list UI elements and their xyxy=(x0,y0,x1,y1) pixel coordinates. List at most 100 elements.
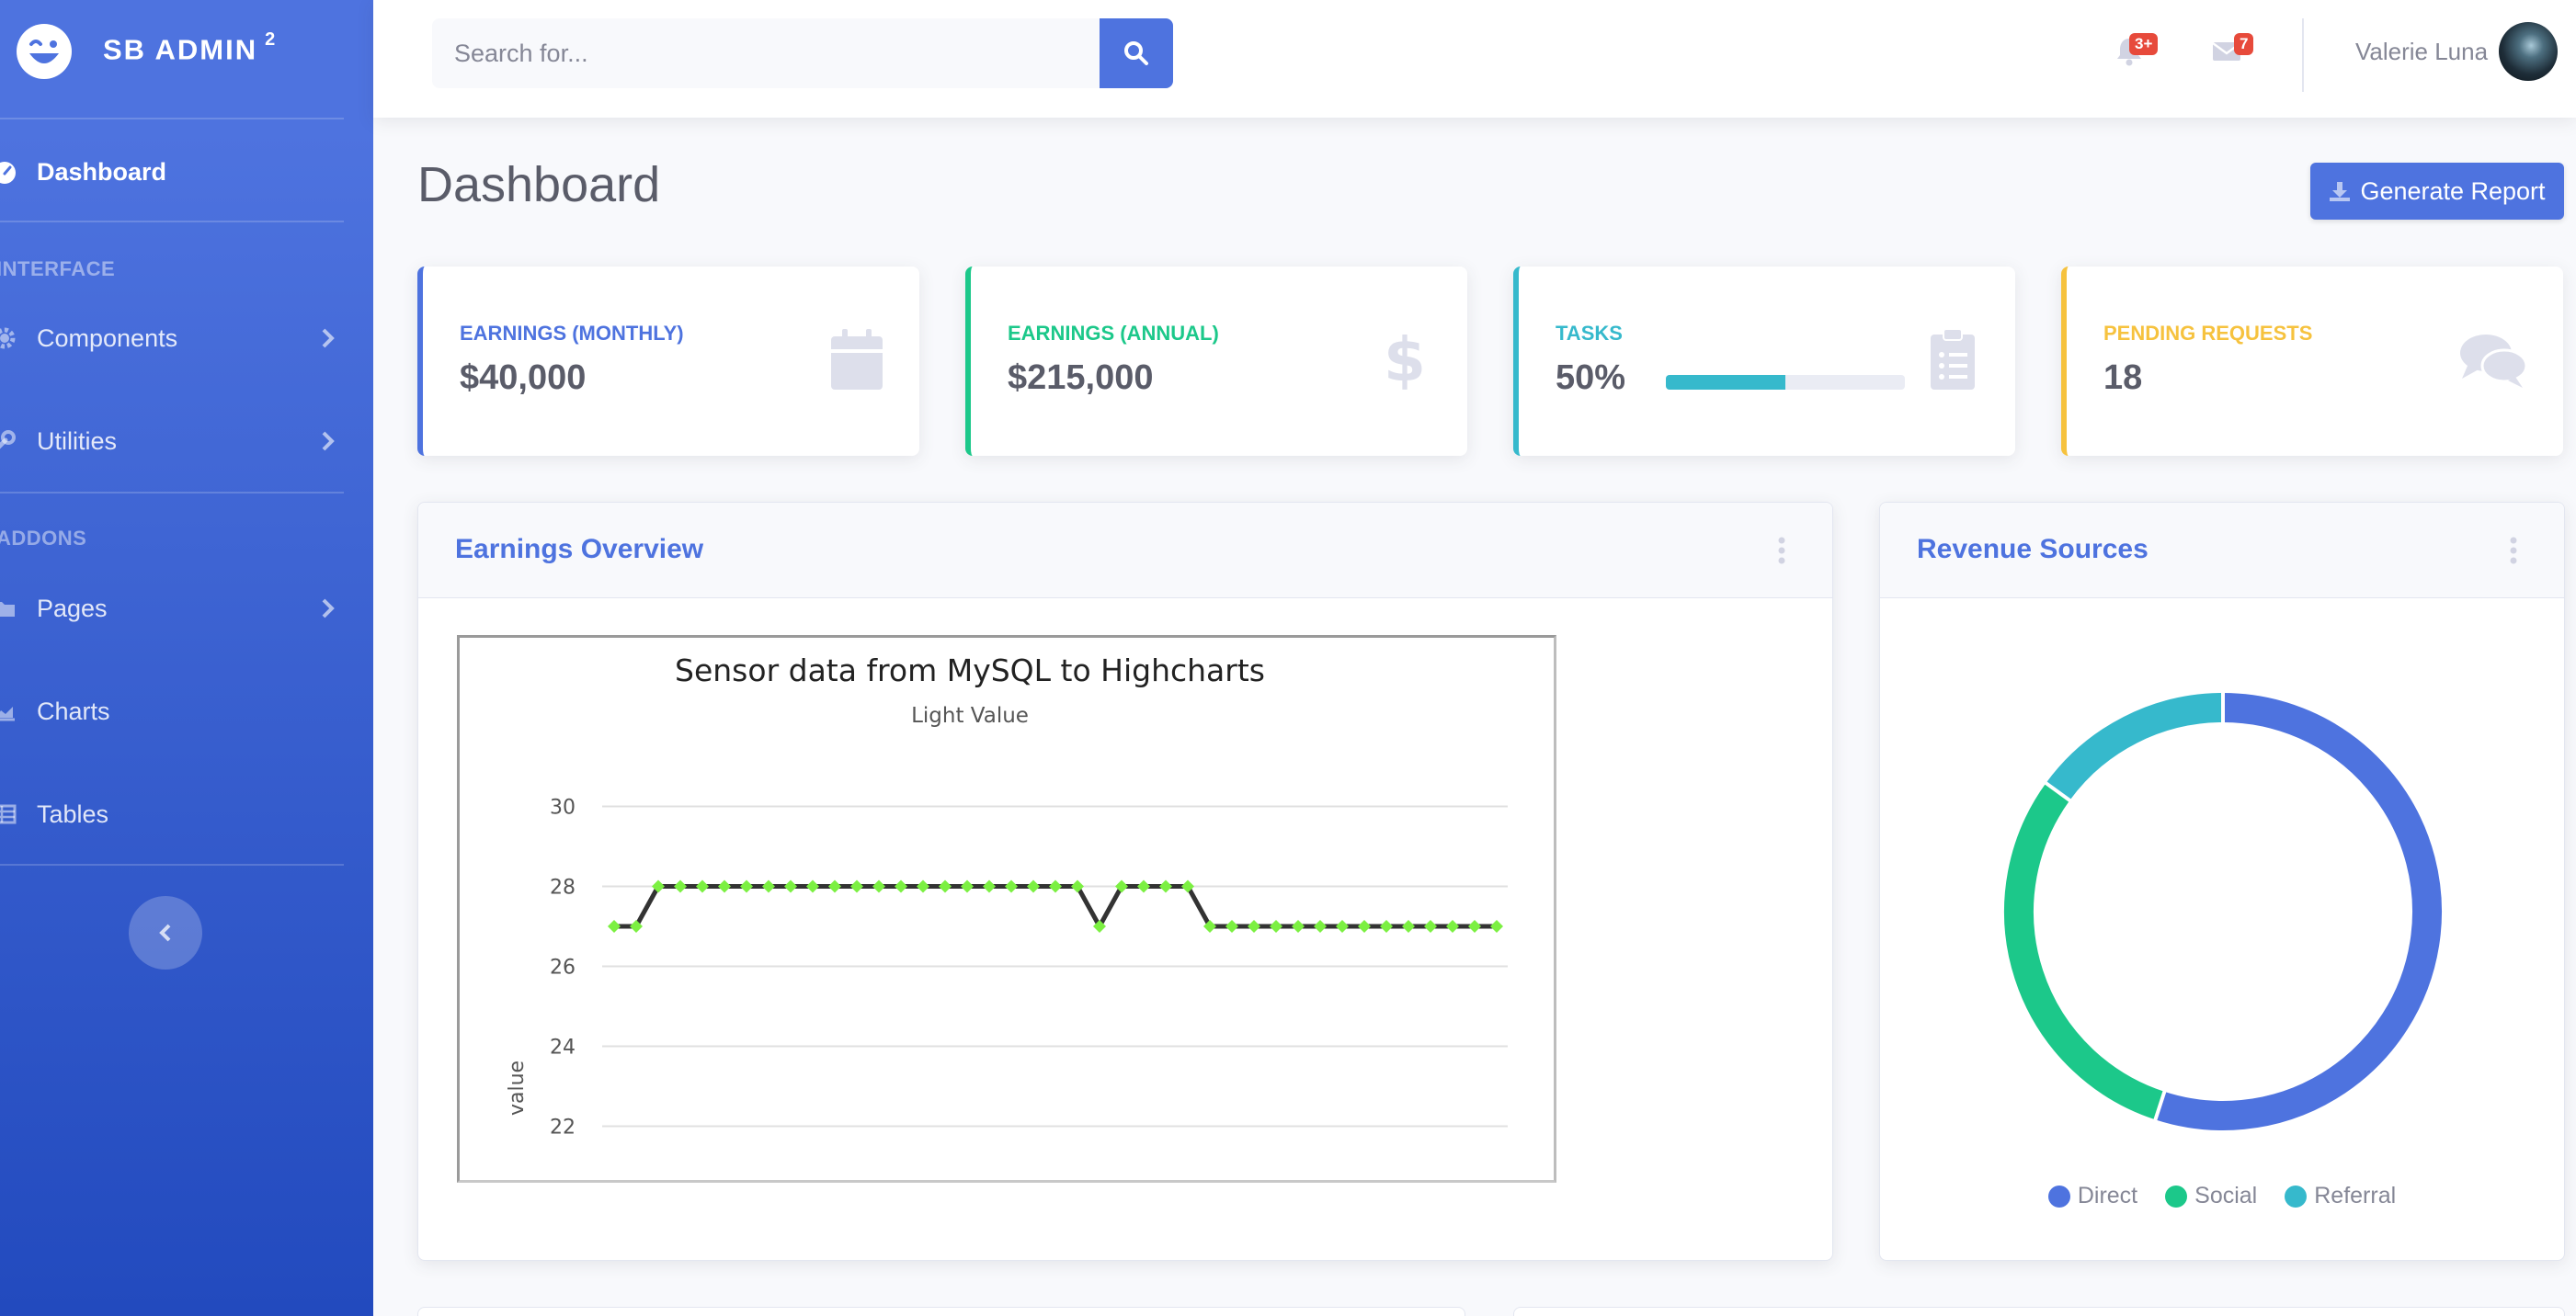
topbar-divider xyxy=(2302,18,2304,92)
download-icon xyxy=(2330,182,2351,201)
earnings-monthly-card: Earnings (Monthly) $40,000 xyxy=(417,267,919,456)
data-point xyxy=(917,879,929,893)
data-point xyxy=(696,879,709,893)
data-point xyxy=(1402,920,1415,933)
legend-label: Direct xyxy=(2077,1183,2138,1208)
data-point xyxy=(1490,920,1503,933)
wrench-icon xyxy=(0,430,16,449)
data-point xyxy=(828,879,841,893)
tachometer-icon xyxy=(0,162,16,184)
donut-slice-direct xyxy=(2155,693,2442,1130)
y-tick-label: 22 xyxy=(550,1117,576,1140)
legend-dot xyxy=(2285,1185,2308,1208)
data-point xyxy=(872,879,885,893)
ellipsis-vertical-icon[interactable] xyxy=(2509,536,2518,565)
data-point xyxy=(762,879,775,893)
data-point xyxy=(1248,920,1260,933)
panel-header: Earnings Overview xyxy=(418,503,1832,598)
sidebar-heading-interface: INTERFACE xyxy=(0,257,116,280)
search-button[interactable] xyxy=(1100,18,1173,88)
search-form xyxy=(432,18,1173,88)
tasks-progress-bar xyxy=(1666,375,1905,390)
table-icon xyxy=(0,804,17,824)
chevron-right-icon xyxy=(322,598,335,618)
tasks-progress-fill xyxy=(1666,375,1785,390)
data-point xyxy=(1336,920,1349,933)
sidebar-divider xyxy=(0,221,344,222)
data-point xyxy=(806,879,819,893)
bottom-card-right xyxy=(1513,1307,2565,1316)
data-point xyxy=(1137,879,1150,893)
messages-badge: 7 xyxy=(2234,33,2254,55)
earnings-overview-panel: Earnings Overview Sensor data from MySQL… xyxy=(417,502,1833,1261)
data-point xyxy=(784,879,797,893)
data-point xyxy=(1380,920,1393,933)
data-point xyxy=(740,879,753,893)
data-point xyxy=(674,879,687,893)
stat-label: Earnings (Monthly) xyxy=(460,322,684,345)
angle-left-icon xyxy=(159,924,171,942)
stat-value: 50% xyxy=(1556,358,1626,397)
comments-icon xyxy=(2460,335,2528,388)
chevron-right-icon xyxy=(322,328,335,348)
sidebar-toggle-button[interactable] xyxy=(129,896,202,970)
sidebar-heading-addons: ADDONS xyxy=(0,527,87,550)
sidebar-divider xyxy=(0,118,344,119)
sidebar-brand[interactable]: SB ADMIN 2 xyxy=(0,0,373,115)
legend-dot xyxy=(2047,1185,2070,1208)
brand-name: SB ADMIN 2 xyxy=(103,29,278,66)
data-point xyxy=(1358,920,1371,933)
data-point xyxy=(1225,920,1238,933)
ellipsis-vertical-icon[interactable] xyxy=(1777,536,1786,565)
avatar[interactable] xyxy=(2499,22,2558,81)
sidebar-item-tables[interactable]: Tables xyxy=(0,773,344,856)
data-point xyxy=(1468,920,1481,933)
legend-item-social: Social xyxy=(2165,1183,2257,1209)
sidebar-item-charts[interactable]: Charts xyxy=(0,670,344,753)
sidebar-divider xyxy=(0,864,344,866)
sidebar: SB ADMIN 2 Dashboard INTERFACE Components… xyxy=(0,0,373,1316)
sidebar-item-utilities[interactable]: Utilities xyxy=(0,400,344,482)
sidebar-item-components[interactable]: Components xyxy=(0,297,344,380)
donut-slice-social xyxy=(2004,783,2165,1120)
legend-dot xyxy=(2165,1185,2188,1208)
sidebar-item-label: Components xyxy=(37,323,178,352)
data-point xyxy=(1314,920,1327,933)
search-input[interactable] xyxy=(432,18,1100,88)
data-point xyxy=(961,879,974,893)
stat-value: $40,000 xyxy=(460,358,587,397)
y-tick-label: 24 xyxy=(550,1037,576,1060)
topbar: 3+ 7 Valerie Luna xyxy=(373,0,2576,118)
page-title: Dashboard xyxy=(417,157,661,212)
data-point xyxy=(1292,920,1305,933)
sidebar-divider xyxy=(0,492,344,493)
calendar-icon xyxy=(831,329,883,390)
tasks-card: Tasks 50% xyxy=(1513,267,2015,456)
data-point xyxy=(718,879,731,893)
sidebar-item-pages[interactable]: Pages xyxy=(0,567,344,650)
panel-title: Revenue Sources xyxy=(1917,534,2149,564)
sidebar-item-label: Pages xyxy=(37,594,108,622)
line-chart-plot: 22 24 26 28 30 xyxy=(550,797,1508,1140)
dollar-sign-icon: $ xyxy=(1384,327,1426,391)
earnings-annual-card: Earnings (Annual) $215,000 $ xyxy=(965,267,1467,456)
data-point xyxy=(895,879,907,893)
data-point xyxy=(1270,920,1282,933)
generate-report-button[interactable]: Generate Report xyxy=(2310,163,2564,220)
data-point xyxy=(1424,920,1437,933)
stat-label: Tasks xyxy=(1556,322,1623,345)
sidebar-item-label: Utilities xyxy=(37,426,118,455)
stat-value: 18 xyxy=(2103,358,2143,397)
legend-item-referral: Referral xyxy=(2285,1183,2396,1209)
panel-title: Earnings Overview xyxy=(455,534,704,564)
folder-icon xyxy=(0,602,15,617)
sidebar-item-label: Charts xyxy=(37,697,110,725)
data-point xyxy=(850,879,863,893)
user-name[interactable]: Valerie Luna xyxy=(2355,38,2488,66)
legend-label: Referral xyxy=(2314,1183,2397,1208)
revenue-sources-panel: Revenue Sources Direct Social Referral xyxy=(1879,502,2565,1261)
data-point xyxy=(983,879,996,893)
svg-text:$: $ xyxy=(1384,327,1426,391)
chevron-right-icon xyxy=(322,431,335,451)
sidebar-item-dashboard[interactable]: Dashboard xyxy=(0,130,344,213)
